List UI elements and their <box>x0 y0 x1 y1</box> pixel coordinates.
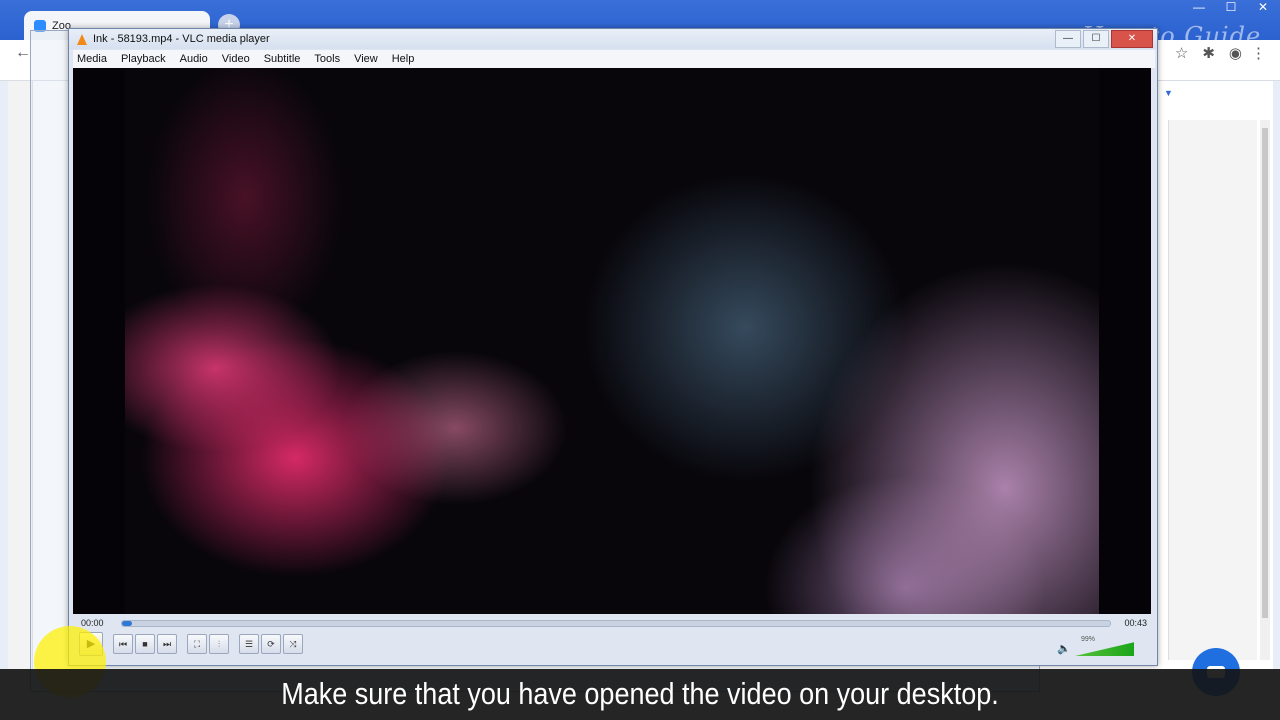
dropdown-caret-icon[interactable]: ▼ <box>1164 88 1173 98</box>
page-right-panel <box>1168 120 1257 660</box>
playlist-button[interactable]: ☰ <box>239 634 259 654</box>
stop-button[interactable]: ■ <box>135 634 155 654</box>
loop-button[interactable]: ⟳ <box>261 634 281 654</box>
time-elapsed: 00:00 <box>81 618 104 628</box>
maximize-button[interactable]: ☐ <box>1224 0 1238 14</box>
menu-view[interactable]: View <box>354 53 378 65</box>
vlc-menubar: Media Playback Audio Video Subtitle Tool… <box>73 50 1155 68</box>
video-display[interactable] <box>73 68 1151 614</box>
minimize-button[interactable]: — <box>1192 0 1206 14</box>
menu-media[interactable]: Media <box>77 53 107 65</box>
video-frame <box>125 68 1099 614</box>
vlc-close-button[interactable]: ✕ <box>1111 30 1153 48</box>
caption-text: Make sure that you have opened the video… <box>281 677 999 711</box>
scrollbar-thumb[interactable] <box>1262 128 1268 618</box>
vlc-window: Ink - 58193.mp4 - VLC media player — ☐ ✕… <box>68 28 1158 666</box>
time-total: 00:43 <box>1124 618 1147 628</box>
vlc-control-bar: 00:00 00:43 ▶ ⏮ ■ ⏭ ⛶ ⫶ ☰ ⟳ ⤨ 🔈 99% <box>69 614 1157 664</box>
menu-subtitle[interactable]: Subtitle <box>264 53 301 65</box>
speaker-icon[interactable]: 🔈 <box>1057 642 1071 655</box>
vlc-maximize-button[interactable]: ☐ <box>1083 30 1109 48</box>
menu-tools[interactable]: Tools <box>314 53 340 65</box>
volume-slider[interactable] <box>1075 642 1135 656</box>
extended-settings-button[interactable]: ⫶ <box>209 634 229 654</box>
vlc-window-controls: — ☐ ✕ <box>1055 30 1153 48</box>
menu-playback[interactable]: Playback <box>121 53 166 65</box>
close-button[interactable]: ✕ <box>1256 0 1270 14</box>
seek-slider[interactable] <box>121 620 1111 627</box>
menu-audio[interactable]: Audio <box>180 53 208 65</box>
menu-help[interactable]: Help <box>392 53 415 65</box>
shuffle-button[interactable]: ⤨ <box>283 634 303 654</box>
seek-progress <box>122 621 132 626</box>
vlc-minimize-button[interactable]: — <box>1055 30 1081 48</box>
next-button[interactable]: ⏭ <box>157 634 177 654</box>
page-scrollbar[interactable] <box>1260 120 1270 660</box>
back-button[interactable]: ← <box>15 44 31 62</box>
browser-window-controls: — ☐ ✕ <box>1192 0 1270 14</box>
menu-video[interactable]: Video <box>222 53 250 65</box>
fullscreen-button[interactable]: ⛶ <box>187 634 207 654</box>
vlc-window-title: Ink - 58193.mp4 - VLC media player <box>93 33 270 45</box>
vlc-titlebar[interactable]: Ink - 58193.mp4 - VLC media player — ☐ ✕ <box>69 29 1157 49</box>
volume-percentage: 99% <box>1081 636 1096 643</box>
caption-bar: Make sure that you have opened the video… <box>0 669 1280 720</box>
previous-button[interactable]: ⏮ <box>113 634 133 654</box>
volume-level <box>1075 642 1135 656</box>
vlc-cone-icon <box>77 33 87 45</box>
